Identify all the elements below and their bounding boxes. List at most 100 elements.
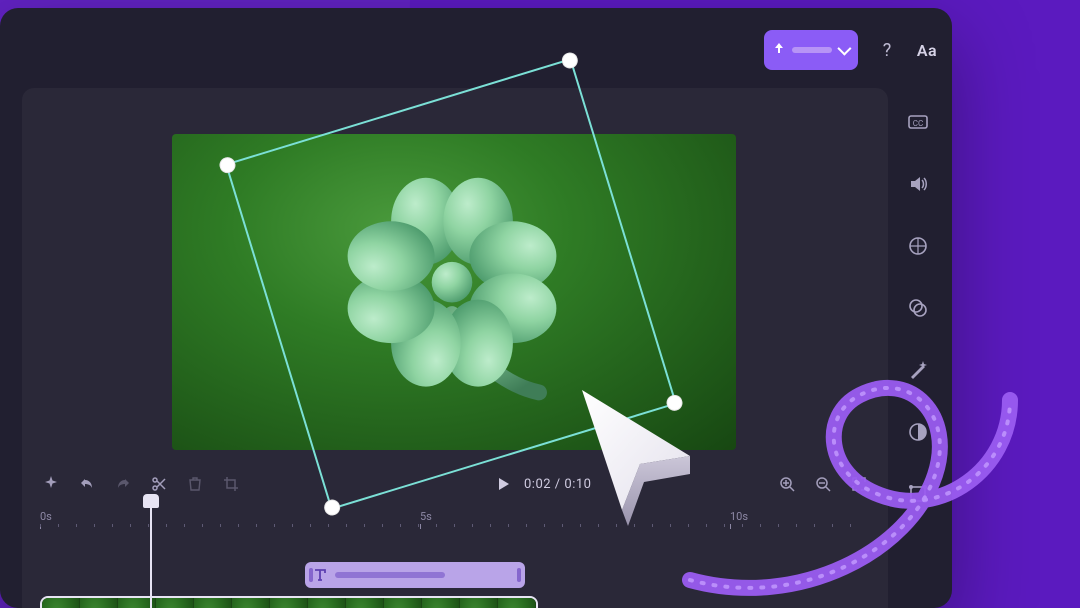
ruler-minor-tick — [184, 524, 185, 527]
clip-thumbnail — [156, 598, 194, 608]
svg-text:CC: CC — [913, 119, 923, 128]
ruler-minor-tick — [58, 524, 59, 527]
magic-button[interactable] — [904, 356, 932, 384]
edit-area: 0:02 / 0:10 0s 5s 10s — [22, 88, 888, 608]
ruler-minor-tick — [382, 524, 383, 527]
ruler-minor-tick — [274, 524, 275, 527]
ruler-minor-tick — [292, 524, 293, 527]
ruler-minor-tick — [202, 524, 203, 527]
ruler-minor-tick — [652, 524, 653, 527]
ruler-minor-tick — [436, 524, 437, 527]
ruler-minor-tick — [256, 524, 257, 527]
ruler-minor-tick — [778, 524, 779, 527]
clip-thumbnail — [270, 598, 308, 608]
redo-button[interactable] — [112, 473, 134, 495]
time-display: 0:02 / 0:10 — [524, 477, 591, 492]
crop-button[interactable] — [220, 473, 242, 495]
ruler-minor-tick — [598, 524, 599, 527]
clip-thumbnail — [346, 598, 384, 608]
clip-thumbnail — [232, 598, 270, 608]
clip-thumbnail — [194, 598, 232, 608]
right-tools: CC — [898, 108, 938, 508]
help-button[interactable]: ? — [876, 39, 898, 61]
ruler-minor-tick — [526, 524, 527, 527]
clip-thumbnail — [308, 598, 346, 608]
timeline[interactable] — [40, 536, 870, 608]
delete-button[interactable] — [184, 473, 206, 495]
captions-button[interactable]: CC — [904, 108, 932, 136]
ruler-minor-tick — [148, 524, 149, 527]
resize-handle-tr[interactable] — [560, 50, 580, 70]
ruler-minor-tick — [418, 524, 419, 527]
filters-button[interactable] — [904, 232, 932, 260]
export-label-placeholder — [792, 47, 832, 53]
ruler-minor-tick — [364, 524, 365, 527]
ruler-minor-tick — [472, 524, 473, 527]
editor-window: ? Aa — [0, 8, 952, 608]
ruler-minor-tick — [112, 524, 113, 527]
ruler-minor-tick — [400, 524, 401, 527]
text-icon — [313, 568, 327, 582]
play-button[interactable] — [492, 473, 514, 495]
adjust-button[interactable] — [904, 418, 932, 446]
ruler-minor-tick — [40, 524, 41, 527]
export-button[interactable] — [764, 30, 858, 70]
ruler-minor-tick — [580, 524, 581, 527]
ruler-minor-tick — [508, 524, 509, 527]
ruler-minor-tick — [562, 524, 563, 527]
ruler-minor-tick — [796, 524, 797, 527]
clip-thumbnail — [422, 598, 460, 608]
upload-icon — [772, 43, 786, 57]
ruler-minor-tick — [130, 524, 131, 527]
ruler-minor-tick — [850, 524, 851, 527]
ruler-minor-tick — [544, 524, 545, 527]
ruler-minor-tick — [76, 524, 77, 527]
split-button[interactable] — [148, 473, 170, 495]
clip-thumbnail — [384, 598, 422, 608]
ruler-minor-tick — [454, 524, 455, 527]
ruler-minor-tick — [742, 524, 743, 527]
clip-thumbnail — [42, 598, 80, 608]
transform-button[interactable] — [904, 480, 932, 508]
zoom-out-button[interactable] — [812, 473, 834, 495]
time-current: 0:02 — [524, 477, 551, 492]
ruler-minor-tick — [166, 524, 167, 527]
effects-button[interactable] — [904, 294, 932, 322]
ruler-minor-tick — [94, 524, 95, 527]
ruler-minor-tick — [670, 524, 671, 527]
text-clip[interactable] — [305, 562, 525, 588]
ruler-minor-tick — [328, 524, 329, 527]
playhead[interactable] — [150, 508, 152, 608]
time-total: 0:10 — [564, 477, 591, 492]
ruler-minor-tick — [724, 524, 725, 527]
ruler-minor-tick — [814, 524, 815, 527]
text-clip-label-placeholder — [335, 572, 445, 578]
ruler-minor-tick — [832, 524, 833, 527]
fit-button[interactable] — [848, 473, 870, 495]
time-ruler[interactable]: 0s 5s 10s — [40, 510, 870, 532]
topbar: ? Aa — [764, 30, 938, 70]
zoom-in-button[interactable] — [776, 473, 798, 495]
clip-thumbnail — [460, 598, 498, 608]
ruler-minor-tick — [490, 524, 491, 527]
transport-toolbar: 0:02 / 0:10 — [40, 466, 870, 502]
font-button[interactable]: Aa — [916, 39, 938, 61]
chevron-down-icon — [837, 42, 851, 56]
clover-object[interactable] — [292, 128, 612, 448]
ruler-minor-tick — [346, 524, 347, 527]
ruler-label: 5s — [420, 510, 432, 523]
video-clip[interactable] — [40, 596, 538, 608]
undo-button[interactable] — [76, 473, 98, 495]
clip-thumbnail — [498, 598, 536, 608]
audio-button[interactable] — [904, 170, 932, 198]
clip-thumbnail — [80, 598, 118, 608]
ruler-label: 10s — [730, 510, 748, 523]
ruler-minor-tick — [760, 524, 761, 527]
ruler-minor-tick — [688, 524, 689, 527]
ruler-label: 0s — [40, 510, 52, 523]
sparkle-button[interactable] — [40, 473, 62, 495]
ruler-minor-tick — [238, 524, 239, 527]
ruler-minor-tick — [220, 524, 221, 527]
ruler-minor-tick — [616, 524, 617, 527]
ruler-minor-tick — [634, 524, 635, 527]
